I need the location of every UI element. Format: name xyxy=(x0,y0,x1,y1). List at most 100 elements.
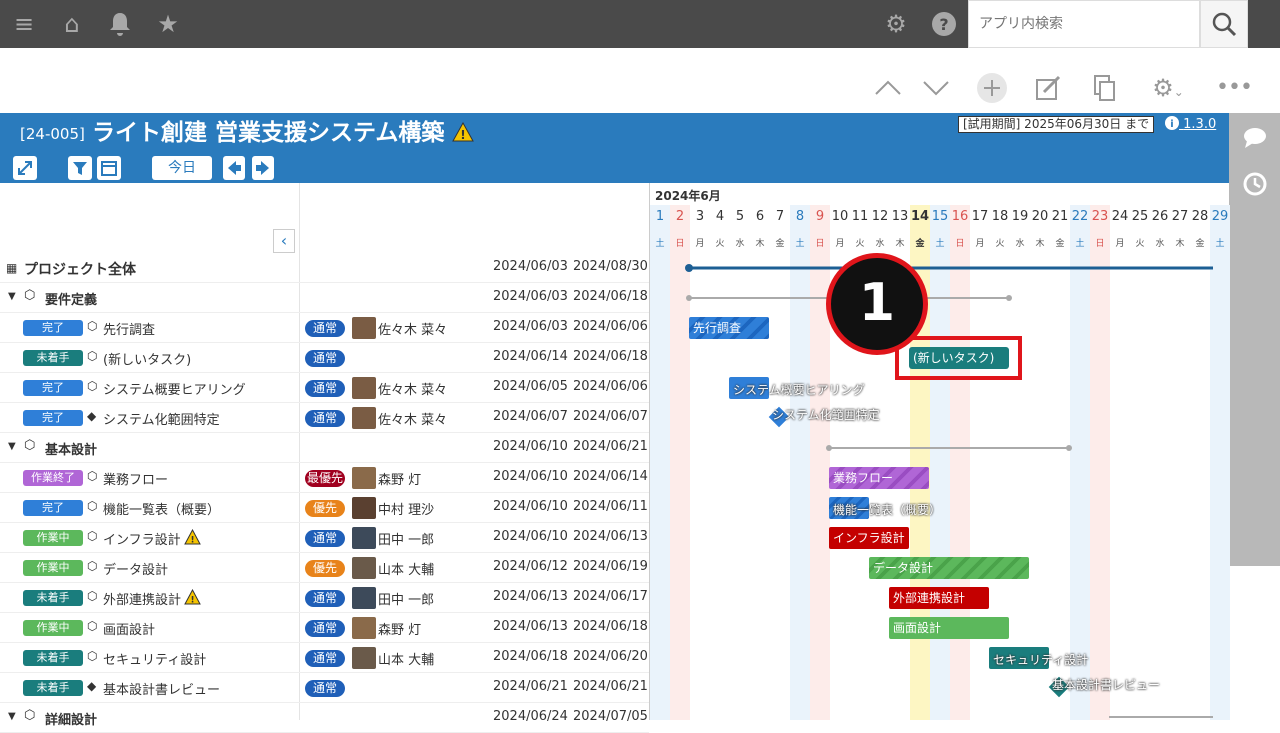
priority-badge: 通常 xyxy=(305,650,345,667)
row-name[interactable]: 画面設計 xyxy=(103,619,155,638)
status-badge[interactable]: 完了 xyxy=(23,500,83,516)
end-date: 2024/06/19 xyxy=(573,559,648,574)
gantt-bar-infra[interactable]: インフラ設計 xyxy=(829,527,909,549)
task-row[interactable]: 完了 ⬡ 先行調査 通常 佐々木 菜々 2024/06/03 2024/06/06 xyxy=(0,313,649,343)
row-name[interactable]: 機能一覧表（概要） xyxy=(103,499,220,518)
next-period-button[interactable] xyxy=(252,156,274,180)
gear-icon[interactable]: ⚙ xyxy=(880,8,912,40)
phase-row[interactable]: ▼ ⬡ 要件定義 2024/06/03 2024/06/18 xyxy=(0,283,649,313)
prev-record-icon[interactable] xyxy=(872,72,904,104)
task-row[interactable]: 完了 ◆ システム化範囲特定 通常 佐々木 菜々 2024/06/07 2024/06/07 xyxy=(0,403,649,433)
status-badge[interactable]: 未着手 xyxy=(23,680,83,696)
gantt-day: 5 xyxy=(735,209,745,224)
row-name[interactable]: セキュリティ設計 xyxy=(103,649,206,668)
version-link[interactable]: i 1.3.0 xyxy=(1165,116,1216,133)
next-record-icon[interactable] xyxy=(920,72,952,104)
status-badge[interactable]: 未着手 xyxy=(23,650,83,666)
star-icon[interactable]: ★ xyxy=(152,8,184,40)
project-code: [24-005] xyxy=(20,125,85,143)
edit-icon[interactable] xyxy=(1032,72,1064,104)
status-badge[interactable]: 未着手 xyxy=(23,590,83,606)
task-row[interactable]: 未着手 ⬡ 外部連携設計! 通常 田中 一郎 2024/06/13 2024/06/17 xyxy=(0,583,649,613)
row-name[interactable]: (新しいタスク) xyxy=(103,349,191,368)
project-summary-row[interactable]: ▦ プロジェクト全体 2024/06/03 2024/08/30 xyxy=(0,253,649,283)
status-badge[interactable]: 完了 xyxy=(23,380,83,396)
status-badge[interactable]: 未着手 xyxy=(23,350,83,366)
copy-icon[interactable] xyxy=(1088,72,1120,104)
expand-button[interactable] xyxy=(13,156,37,180)
gantt-label-review: 基本設計書レビュー xyxy=(1052,678,1161,692)
phase-row[interactable]: ▼ ⬡ 基本設計 2024/06/10 2024/06/21 xyxy=(0,433,649,463)
status-badge[interactable]: 完了 xyxy=(23,320,83,336)
task-row[interactable]: 完了 ⬡ システム概要ヒアリング 通常 佐々木 菜々 2024/06/05 2024/06/… xyxy=(0,373,649,403)
gantt-weekday: 水 xyxy=(1015,239,1025,249)
gantt-bar-gyomu-flow[interactable]: 業務フロー xyxy=(829,467,929,489)
task-row[interactable]: 未着手 ⬡ (新しいタスク) 通常 2024/06/14 2024/06/18 xyxy=(0,343,649,373)
status-badge[interactable]: 作業終了 xyxy=(23,470,83,486)
pane-divider[interactable] xyxy=(649,183,650,720)
gantt-bar-senko-chosa[interactable]: 先行調査 xyxy=(689,317,769,339)
task-row[interactable]: 未着手 ◆ 基本設計書レビュー 通常 2024/06/21 2024/06/21 xyxy=(0,673,649,703)
gantt-weekday: 月 xyxy=(695,239,705,249)
end-date: 2024/06/06 xyxy=(573,319,648,334)
task-row[interactable]: 作業終了 ⬡ 業務フロー 最優先 森野 灯 2024/06/10 2024/06/14 xyxy=(0,463,649,493)
start-date: 2024/06/10 xyxy=(493,439,568,454)
status-badge[interactable]: 作業中 xyxy=(23,530,83,546)
menu-icon[interactable]: ≡ xyxy=(8,8,40,40)
home-icon[interactable]: ⌂ xyxy=(56,8,88,40)
gantt-bar-screen[interactable]: 画面設計 xyxy=(889,617,1009,639)
row-name[interactable]: 先行調査 xyxy=(103,319,155,338)
requirements-end-dot xyxy=(1006,295,1012,301)
search-input[interactable] xyxy=(969,1,1199,47)
row-name[interactable]: 業務フロー xyxy=(103,469,168,488)
gantt-weekday: 土 xyxy=(1075,239,1085,249)
gantt-day: 11 xyxy=(851,209,869,224)
settings-menu-icon[interactable]: ⚙⌄ xyxy=(1144,72,1192,104)
bell-icon[interactable] xyxy=(104,8,136,40)
task-icon: ⬡ xyxy=(87,589,98,603)
row-name[interactable]: 基本設計書レビュー xyxy=(103,679,220,698)
more-icon[interactable]: ••• xyxy=(1216,72,1253,104)
help-icon[interactable]: ? xyxy=(928,8,960,40)
expand-toggle-icon[interactable]: ▼ xyxy=(8,711,16,722)
collapse-panel-button[interactable]: ‹ xyxy=(273,229,295,253)
gantt-label-scope: システム化範囲特定 xyxy=(772,408,880,422)
gantt-weekday: 木 xyxy=(895,239,905,249)
expand-toggle-icon[interactable]: ▼ xyxy=(8,291,16,302)
add-icon[interactable] xyxy=(976,72,1008,104)
row-name[interactable]: 外部連携設計 xyxy=(103,589,181,608)
row-name[interactable]: システム概要ヒアリング xyxy=(103,379,246,398)
status-badge[interactable]: 作業中 xyxy=(23,560,83,576)
status-badge[interactable]: 作業中 xyxy=(23,620,83,636)
task-row[interactable]: 完了 ⬡ 機能一覧表（概要） 優先 中村 理沙 2024/06/10 2024/06/11 xyxy=(0,493,649,523)
filter-button[interactable] xyxy=(68,156,92,180)
gantt-weekday: 月 xyxy=(835,239,845,249)
status-badge[interactable]: 完了 xyxy=(23,410,83,426)
avatar xyxy=(352,377,376,399)
expand-toggle-icon[interactable]: ▼ xyxy=(8,441,16,452)
assignee-name: 山本 大輔 xyxy=(378,563,435,578)
prev-period-button[interactable] xyxy=(223,156,245,180)
today-button[interactable]: 今日 xyxy=(152,156,212,180)
task-row[interactable]: 作業中 ⬡ インフラ設計! 通常 田中 一郎 2024/06/10 2024/06/13 xyxy=(0,523,649,553)
gantt-bar-data-design[interactable]: データ設計 xyxy=(869,557,1029,579)
task-row[interactable]: 作業中 ⬡ データ設計 優先 山本 大輔 2024/06/12 2024/06/19 xyxy=(0,553,649,583)
row-name[interactable]: インフラ設計 xyxy=(103,529,181,548)
end-date: 2024/06/21 xyxy=(573,439,648,454)
calendar-button[interactable] xyxy=(97,156,121,180)
gantt-bar-external[interactable]: 外部連携設計 xyxy=(889,587,989,609)
search-button[interactable] xyxy=(1200,0,1248,48)
history-icon[interactable] xyxy=(1241,170,1269,198)
row-name[interactable]: データ設計 xyxy=(103,559,168,578)
task-icon: ⬡ xyxy=(87,349,98,363)
task-row[interactable]: 作業中 ⬡ 画面設計 通常 森野 灯 2024/06/13 2024/06/18 xyxy=(0,613,649,643)
gantt-day: 10 xyxy=(831,209,849,224)
start-date: 2024/06/03 xyxy=(493,319,568,334)
gantt-weekday: 土 xyxy=(795,239,805,249)
task-row[interactable]: 未着手 ⬡ セキュリティ設計 通常 山本 大輔 2024/06/18 2024/06/20 xyxy=(0,643,649,673)
start-date: 2024/06/03 xyxy=(493,289,568,304)
row-name[interactable]: システム化範囲特定 xyxy=(103,409,220,428)
phase-row[interactable]: ▼ ⬡ 詳細設計 2024/06/24 2024/07/05 xyxy=(0,703,649,733)
comment-icon[interactable] xyxy=(1241,124,1269,152)
avatar xyxy=(352,407,376,429)
